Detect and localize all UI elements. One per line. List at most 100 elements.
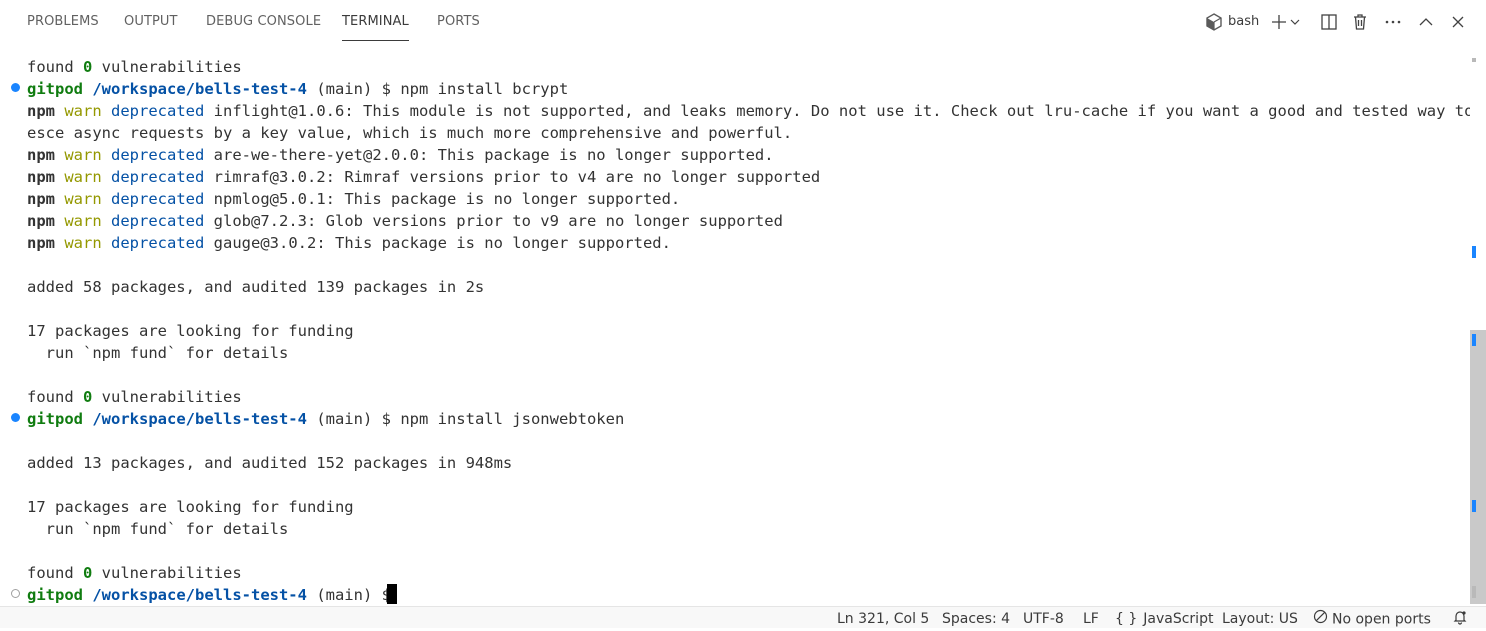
deprecated-label: deprecated	[111, 146, 205, 164]
vuln-text: vulnerabilities	[92, 58, 242, 76]
warn-message: npmlog@5.0.1: This package is no longer …	[204, 190, 681, 208]
scrollbar-marker	[1472, 334, 1476, 346]
braces-icon: { }	[1115, 611, 1138, 627]
scrollbar-marker	[1472, 500, 1476, 512]
terminal-line: npm warn deprecated npmlog@5.0.1: This p…	[27, 188, 680, 210]
end-of-line[interactable]: LF	[1083, 609, 1099, 629]
deprecated-label: deprecated	[111, 212, 205, 230]
command-text: npm install bcrypt	[400, 80, 569, 98]
deprecated-label: deprecated	[111, 234, 205, 252]
language-mode[interactable]: { } JavaScript	[1115, 609, 1213, 629]
terminal-line: npm warn deprecated rimraf@3.0.2: Rimraf…	[27, 166, 820, 188]
deprecated-label: deprecated	[111, 190, 205, 208]
prompt-line: gitpod /workspace/bells-test-4 (main) $	[27, 584, 400, 606]
npm-label: npm	[27, 212, 55, 230]
command-pending-decoration[interactable]	[11, 589, 20, 598]
warn-message: are-we-there-yet@2.0.0: This package is …	[204, 146, 774, 164]
language-label: JavaScript	[1143, 611, 1214, 627]
terminal-line: found 0 vulnerabilities	[27, 562, 242, 584]
prompt-line: gitpod /workspace/bells-test-4 (main) $ …	[27, 78, 568, 100]
deprecated-label: deprecated	[111, 102, 205, 120]
terminal-line: run `npm fund` for details	[27, 344, 289, 362]
npm-label: npm	[27, 190, 55, 208]
warn-label: warn	[64, 234, 102, 252]
more-icon[interactable]	[1382, 11, 1404, 33]
terminal-line: npm warn deprecated gauge@3.0.2: This pa…	[27, 232, 671, 254]
chevron-up-icon[interactable]	[1415, 11, 1437, 33]
terminal-line: added 58 packages, and audited 139 packa…	[27, 278, 485, 296]
warn-message: glob@7.2.3: Glob versions prior to v9 ar…	[204, 212, 783, 230]
scrollbar-marker	[1472, 246, 1476, 258]
vuln-count: 0	[83, 388, 93, 406]
npm-label: npm	[27, 146, 55, 164]
tab-terminal[interactable]: TERMINAL	[342, 0, 409, 41]
prompt-user: gitpod	[27, 586, 83, 604]
terminal-line: esce async requests by a key value, whic…	[27, 124, 793, 142]
terminal-output[interactable]: found 0 vulnerabilities gitpod /workspac…	[0, 56, 1486, 608]
prompt-path: /workspace/bells-test-4	[92, 410, 307, 428]
tab-ports[interactable]: PORTS	[437, 0, 480, 38]
vuln-text: vulnerabilities	[92, 388, 242, 406]
terminal-line: found 0 vulnerabilities	[27, 386, 242, 408]
terminal-line: run `npm fund` for details	[27, 520, 289, 538]
scrollbar-marker	[1472, 58, 1476, 62]
vuln-count: 0	[83, 58, 93, 76]
keyboard-layout[interactable]: Layout: US	[1222, 609, 1298, 629]
warn-label: warn	[64, 212, 102, 230]
prompt-path: /workspace/bells-test-4	[92, 586, 307, 604]
warn-message: inflight@1.0.6: This module is not suppo…	[204, 102, 1486, 120]
prompt-branch: (main) $	[306, 410, 401, 428]
deprecated-label: deprecated	[111, 168, 205, 186]
terminal-line: npm warn deprecated inflight@1.0.6: This…	[27, 100, 1486, 122]
split-icon[interactable]	[1318, 11, 1340, 33]
terminal-line: 17 packages are looking for funding	[27, 498, 354, 516]
prompt-branch: (main) $	[306, 80, 401, 98]
vuln-count: 0	[83, 564, 93, 582]
terminal-line: npm warn deprecated are-we-there-yet@2.0…	[27, 144, 774, 166]
prompt-user: gitpod	[27, 410, 83, 428]
warn-label: warn	[64, 146, 102, 164]
ports-label: No open ports	[1332, 611, 1431, 628]
prompt-line: gitpod /workspace/bells-test-4 (main) $ …	[27, 408, 624, 430]
prompt-user: gitpod	[27, 80, 83, 98]
found-text: found	[27, 388, 83, 406]
warn-message: rimraf@3.0.2: Rimraf versions prior to v…	[204, 168, 821, 186]
terminal-line: 17 packages are looking for funding	[27, 322, 354, 340]
trash-icon[interactable]	[1349, 11, 1371, 33]
npm-label: npm	[27, 102, 55, 120]
found-text: found	[27, 564, 83, 582]
close-icon[interactable]	[1447, 11, 1469, 33]
chevron-down-icon[interactable]	[1288, 11, 1302, 33]
vuln-text: vulnerabilities	[92, 564, 242, 582]
cursor-position[interactable]: Ln 321, Col 5	[837, 609, 929, 629]
panel-tab-bar: PROBLEMS OUTPUT DEBUG CONSOLE TERMINAL P…	[0, 0, 1486, 44]
command-success-decoration[interactable]	[11, 413, 20, 422]
tab-output[interactable]: OUTPUT	[124, 0, 178, 38]
scrollbar-thumb[interactable]	[1470, 330, 1486, 604]
status-bar: Ln 321, Col 5 Spaces: 4 UTF-8 LF { } Java…	[0, 606, 1486, 628]
tab-debug-console[interactable]: DEBUG CONSOLE	[206, 0, 321, 38]
scrollbar-marker	[1472, 586, 1476, 598]
warn-label: warn	[64, 102, 102, 120]
npm-label: npm	[27, 234, 55, 252]
terminal-line: npm warn deprecated glob@7.2.3: Glob ver…	[27, 210, 783, 232]
prompt-path: /workspace/bells-test-4	[92, 80, 307, 98]
terminal-cursor	[387, 584, 397, 604]
terminal-line: found 0 vulnerabilities	[27, 56, 242, 78]
found-text: found	[27, 58, 83, 76]
ports-status[interactable]: No open ports	[1313, 609, 1431, 630]
encoding[interactable]: UTF-8	[1023, 609, 1064, 629]
npm-label: npm	[27, 168, 55, 186]
tab-problems[interactable]: PROBLEMS	[27, 0, 99, 38]
indentation[interactable]: Spaces: 4	[942, 609, 1010, 629]
warn-message: gauge@3.0.2: This package is no longer s…	[204, 234, 671, 252]
shell-name-label[interactable]: bash	[1228, 14, 1259, 29]
command-success-decoration[interactable]	[11, 83, 20, 92]
terminal-line: added 13 packages, and audited 152 packa…	[27, 454, 513, 472]
command-text: npm install jsonwebtoken	[400, 410, 625, 428]
no-ports-icon	[1313, 609, 1328, 630]
plus-icon[interactable]	[1268, 11, 1290, 33]
terminal-icon[interactable]	[1203, 11, 1225, 33]
warn-label: warn	[64, 190, 102, 208]
warn-label: warn	[64, 168, 102, 186]
